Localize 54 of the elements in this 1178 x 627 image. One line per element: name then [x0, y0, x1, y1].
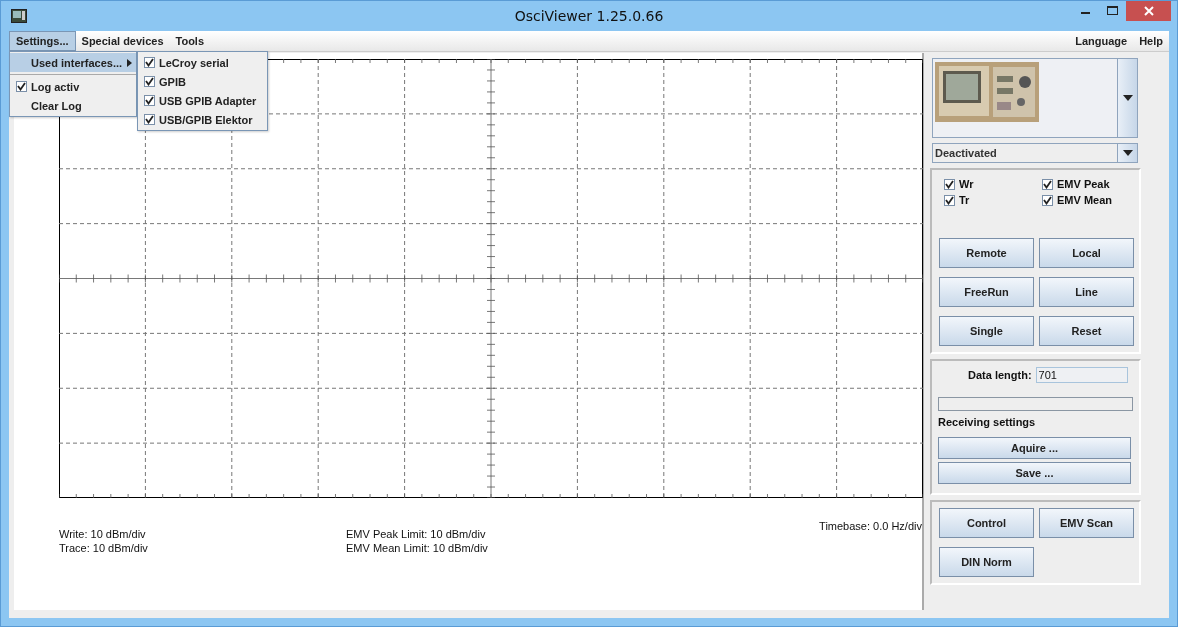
data-length-label: Data length: [968, 369, 1032, 381]
menu-item[interactable]: Settings... [9, 31, 76, 51]
action-button[interactable]: EMV Scan [1039, 508, 1134, 538]
action-button[interactable]: Line [1039, 277, 1134, 307]
submenu-arrow-icon [127, 58, 132, 67]
checkbox-label: Tr [959, 194, 970, 206]
menu-item[interactable]: Language [1069, 31, 1134, 51]
checkbox[interactable] [1042, 194, 1053, 206]
action-button[interactable]: Local [1039, 238, 1134, 268]
checkbox-label: EMV Mean [1057, 194, 1112, 206]
checkbox-label: Wr [959, 178, 974, 190]
action-button[interactable]: FreeRun [939, 277, 1034, 307]
app-icon [11, 9, 27, 23]
checkbox[interactable] [144, 57, 155, 68]
action-button[interactable]: Single [939, 316, 1034, 346]
menu-item[interactable]: GPIB [138, 72, 261, 91]
scale-readout: Trace: 10 dBm/div [59, 542, 149, 554]
menu-item[interactable]: Tools [169, 31, 211, 51]
dropdown-arrow-icon [1122, 150, 1133, 156]
action-button[interactable]: Save ... [938, 462, 1131, 484]
checkbox[interactable] [16, 81, 27, 92]
checkbox[interactable] [1042, 178, 1053, 190]
close-icon [1143, 6, 1154, 16]
action-button[interactable]: Aquire ... [938, 437, 1131, 459]
checkbox[interactable] [144, 76, 155, 87]
section-label: Receiving settings [938, 416, 1037, 428]
checkbox[interactable] [944, 178, 955, 190]
action-button[interactable]: Remote [939, 238, 1034, 268]
action-button[interactable]: DIN Norm [939, 547, 1034, 577]
menu-item[interactable]: Used interfaces... [10, 53, 136, 72]
menu-item[interactable]: Log activ [10, 77, 136, 96]
scale-readout: EMV Mean Limit: 10 dBm/div [346, 542, 488, 554]
menu-item[interactable]: Help [1133, 31, 1169, 51]
checkbox-label: EMV Peak [1057, 178, 1110, 190]
device-selector[interactable] [932, 58, 1138, 138]
action-button[interactable]: Reset [1039, 316, 1134, 346]
timebase-readout: Timebase: 0.0 Hz/div [819, 520, 922, 532]
window-title: OsciViewer 1.25.0.66 [514, 8, 664, 24]
checkbox[interactable] [944, 194, 955, 206]
checkbox[interactable] [144, 114, 155, 125]
menu-item[interactable]: USB GPIB Adapter [138, 91, 261, 110]
action-button[interactable]: Control [939, 508, 1034, 538]
mode-dropdown[interactable]: Deactivated [932, 143, 1138, 163]
checkbox[interactable] [144, 95, 155, 106]
scale-readout: Write: 10 dBm/div [59, 528, 147, 540]
close-button[interactable] [1126, 1, 1171, 21]
menu-item[interactable]: Special devices [75, 31, 170, 51]
menu-item[interactable]: LeCroy serial [138, 53, 261, 72]
data-length-field[interactable]: 701 [1035, 367, 1128, 383]
menu-item[interactable]: Clear Log [10, 96, 136, 115]
menu-item[interactable]: USB/GPIB Elektor [138, 110, 261, 129]
maximize-icon [1107, 6, 1118, 16]
scale-readout: EMV Peak Limit: 10 dBm/div [346, 528, 487, 540]
dropdown-arrow-icon [1122, 95, 1133, 101]
